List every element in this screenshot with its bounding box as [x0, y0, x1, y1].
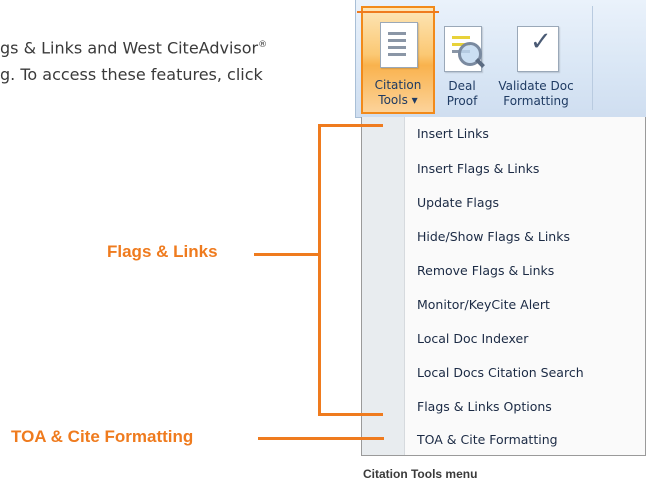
citation-tools-label-1: Citation — [374, 78, 422, 92]
menu-item-update-flags[interactable]: Update Flags — [405, 188, 645, 218]
menu-item-hide-show-flags[interactable]: Hide/Show Flags & Links — [405, 222, 645, 252]
menu-gutter — [362, 117, 405, 455]
deal-proof-label-2: Proof — [446, 94, 478, 108]
menu-item-insert-links[interactable]: Insert Links — [405, 119, 645, 149]
menu-item-remove-flags-links[interactable]: Remove Flags & Links — [405, 256, 645, 286]
chevron-down-icon: ▾ — [411, 93, 418, 107]
validate-doc-label-1: Validate Doc — [498, 79, 574, 93]
figure-caption: Citation Tools menu — [363, 467, 478, 481]
intro-line-1: gs & Links and West CiteAdvisor® — [0, 38, 268, 58]
citation-tools-menu: Insert Links Insert Flags & Links Update… — [361, 117, 646, 456]
menu-item-local-doc-indexer[interactable]: Local Doc Indexer — [405, 324, 645, 354]
highlight-frame-top — [357, 11, 439, 13]
callout-line-flags — [254, 253, 320, 256]
callout-flags-links: Flags & Links — [107, 242, 218, 261]
callout-line-toa — [258, 437, 384, 440]
validate-doc-formatting-button[interactable]: ✓ Validate Doc Formatting — [490, 6, 582, 112]
validate-doc-label-2: Formatting — [503, 94, 569, 108]
bracket-top — [318, 124, 383, 127]
bracket-vertical — [318, 124, 321, 416]
menu-item-local-docs-search[interactable]: Local Docs Citation Search — [405, 358, 645, 388]
ribbon-toolbar: Citation Tools ▾ Deal Proof ✓ Validate D… — [355, 0, 646, 118]
intro-text: gs & Links and West CiteAdvisor® g. To a… — [0, 30, 267, 90]
menu-item-monitor-keycite[interactable]: Monitor/KeyCite Alert — [405, 290, 645, 320]
menu-item-flags-links-options[interactable]: Flags & Links Options — [405, 392, 645, 422]
registered-mark: ® — [258, 40, 268, 50]
deal-proof-button[interactable]: Deal Proof — [438, 6, 486, 112]
menu-item-insert-flags-links[interactable]: Insert Flags & Links — [405, 154, 645, 184]
citation-tools-label-2: Tools — [378, 93, 408, 107]
citation-tools-button[interactable]: Citation Tools ▾ — [361, 6, 435, 114]
deal-proof-label-1: Deal — [448, 79, 476, 93]
document-check-icon: ✓ — [517, 26, 559, 72]
menu-item-toa-cite-formatting[interactable]: TOA & Cite Formatting — [405, 425, 645, 455]
callout-toa: TOA & Cite Formatting — [11, 427, 194, 446]
ribbon-separator — [592, 6, 593, 110]
intro-line-2: g. To access these features, click — [0, 65, 263, 84]
bracket-bottom — [318, 413, 383, 416]
document-icon — [380, 22, 418, 68]
